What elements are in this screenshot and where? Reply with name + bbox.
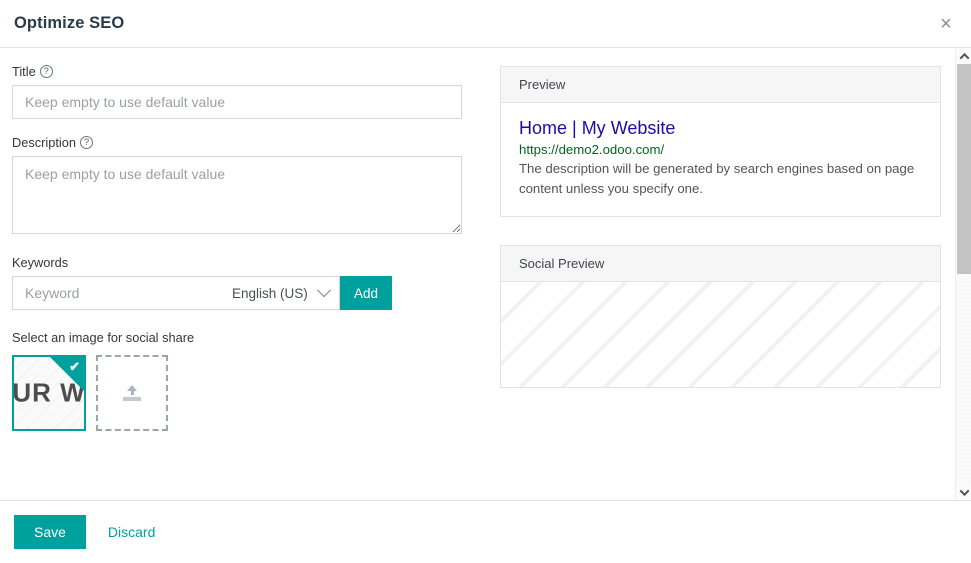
serp-url: https://demo2.odoo.com/ bbox=[519, 142, 665, 158]
scroll-down-button[interactable] bbox=[956, 484, 971, 500]
add-keyword-button[interactable]: Add bbox=[340, 276, 392, 310]
question-circle-icon[interactable]: ? bbox=[39, 65, 53, 78]
keyword-language-value: English (US) bbox=[232, 285, 308, 301]
page-title: Optimize SEO bbox=[14, 14, 125, 32]
dialog-header: Optimize SEO × bbox=[0, 0, 971, 48]
chevron-down-icon bbox=[316, 283, 332, 298]
upload-icon bbox=[123, 385, 141, 401]
check-icon: ✔ bbox=[69, 359, 80, 374]
keyword-add-row: English (US) Add bbox=[12, 276, 392, 310]
preview-card-header: Preview bbox=[501, 67, 940, 103]
close-icon[interactable]: × bbox=[935, 13, 957, 35]
description-field-block: Description ? bbox=[12, 135, 474, 239]
dialog-body: Title ? Description ? Keywords bbox=[0, 48, 971, 501]
preview-column: Preview Home | My Website https://demo2.… bbox=[484, 64, 941, 500]
social-preview-placeholder bbox=[501, 281, 940, 387]
keywords-label-text: Keywords bbox=[12, 255, 69, 270]
preview-card-body: Home | My Website https://demo2.odoo.com… bbox=[501, 103, 940, 216]
seo-description-textarea[interactable] bbox=[12, 156, 462, 234]
description-field-label: Description ? bbox=[12, 135, 474, 150]
keyword-language-select[interactable]: English (US) bbox=[218, 276, 340, 310]
seo-form-column: Title ? Description ? Keywords bbox=[12, 64, 484, 500]
social-image-block: Select an image for social share UR W ✔ bbox=[12, 330, 474, 431]
discard-button[interactable]: Discard bbox=[96, 515, 167, 549]
social-image-thumbnail[interactable]: UR W ✔ bbox=[12, 355, 86, 431]
dialog-footer: Save Discard bbox=[0, 501, 971, 563]
save-button[interactable]: Save bbox=[14, 515, 86, 549]
scroll-up-button[interactable] bbox=[956, 48, 971, 64]
serp-title[interactable]: Home | My Website bbox=[519, 117, 922, 140]
keywords-field-block: Keywords English (US) Add bbox=[12, 255, 474, 310]
question-circle-icon[interactable]: ? bbox=[80, 136, 94, 149]
title-field-block: Title ? bbox=[12, 64, 474, 119]
social-image-label: Select an image for social share bbox=[12, 330, 474, 345]
search-preview-card: Preview Home | My Website https://demo2.… bbox=[500, 66, 941, 217]
chevron-up-icon bbox=[959, 52, 969, 63]
social-preview-card-header: Social Preview bbox=[501, 245, 940, 282]
dialog-scrollbar[interactable] bbox=[955, 48, 971, 500]
title-field-label: Title ? bbox=[12, 64, 474, 79]
optimize-seo-dialog: Optimize SEO × Title ? Description ? bbox=[0, 0, 971, 563]
title-label-text: Title bbox=[12, 64, 36, 79]
scrollbar-thumb[interactable] bbox=[957, 64, 971, 274]
seo-title-input[interactable] bbox=[12, 85, 462, 119]
serp-description: The description will be generated by sea… bbox=[519, 161, 915, 196]
dialog-content: Title ? Description ? Keywords bbox=[0, 48, 953, 500]
social-image-choices: UR W ✔ bbox=[12, 355, 474, 431]
social-preview-card: Social Preview bbox=[500, 244, 941, 388]
keyword-input[interactable] bbox=[12, 276, 218, 310]
keywords-field-label: Keywords bbox=[12, 255, 474, 270]
upload-image-dropzone[interactable] bbox=[96, 355, 168, 431]
scrollbar-track[interactable] bbox=[956, 64, 971, 484]
description-label-text: Description bbox=[12, 135, 77, 150]
chevron-down-icon bbox=[959, 485, 969, 496]
social-image-label-text: Select an image for social share bbox=[12, 330, 195, 345]
